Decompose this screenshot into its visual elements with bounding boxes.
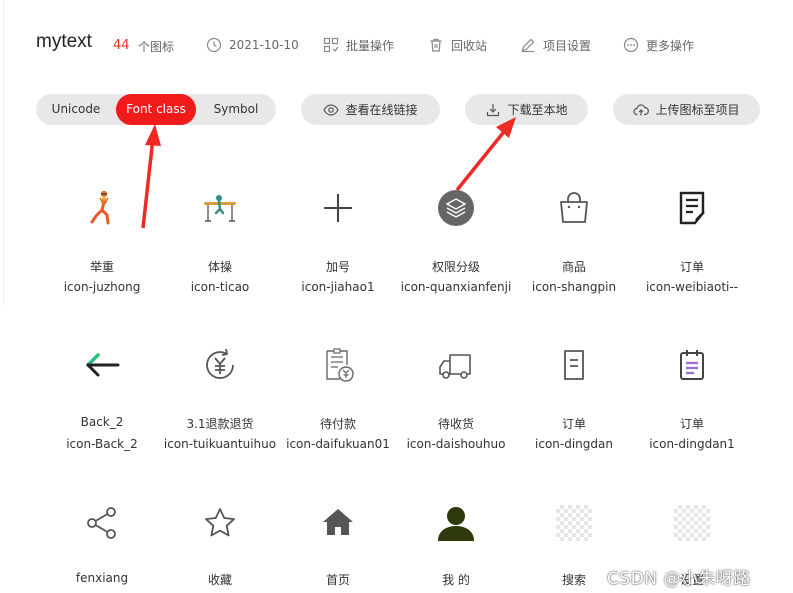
- annotation-arrows: [141, 117, 516, 229]
- annotation-arrow-download: [455, 126, 509, 192]
- annotation-arrow-font-class: [141, 137, 155, 229]
- annotation-arrowhead-font-class: [145, 124, 161, 146]
- annotation-arrowhead-download: [496, 117, 516, 138]
- watermark: CSDN @小朱呀路: [607, 569, 751, 589]
